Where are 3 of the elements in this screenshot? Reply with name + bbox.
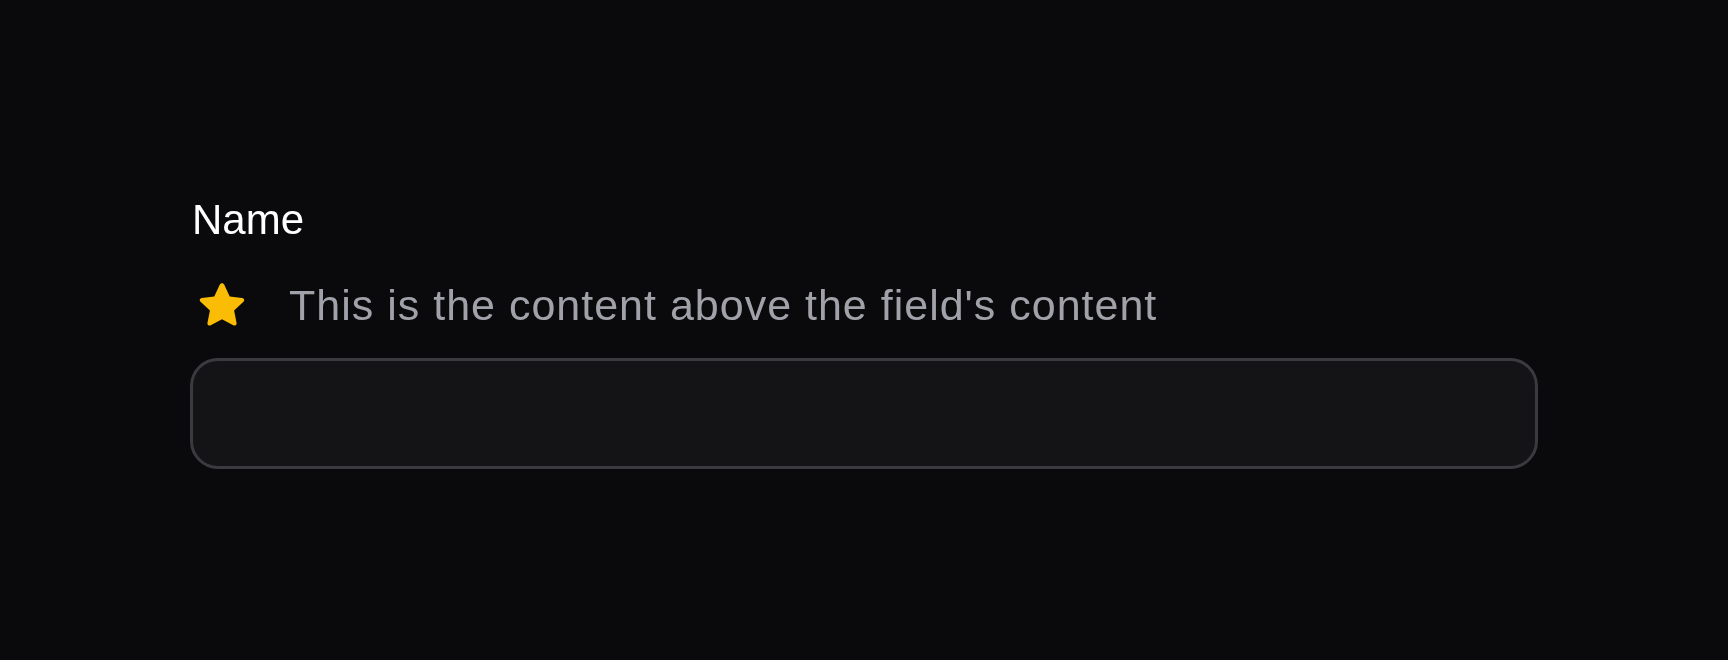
field-label: Name [192,195,305,245]
input-field[interactable] [190,358,1538,469]
field-description: This is the content above the field's content [289,280,1158,330]
